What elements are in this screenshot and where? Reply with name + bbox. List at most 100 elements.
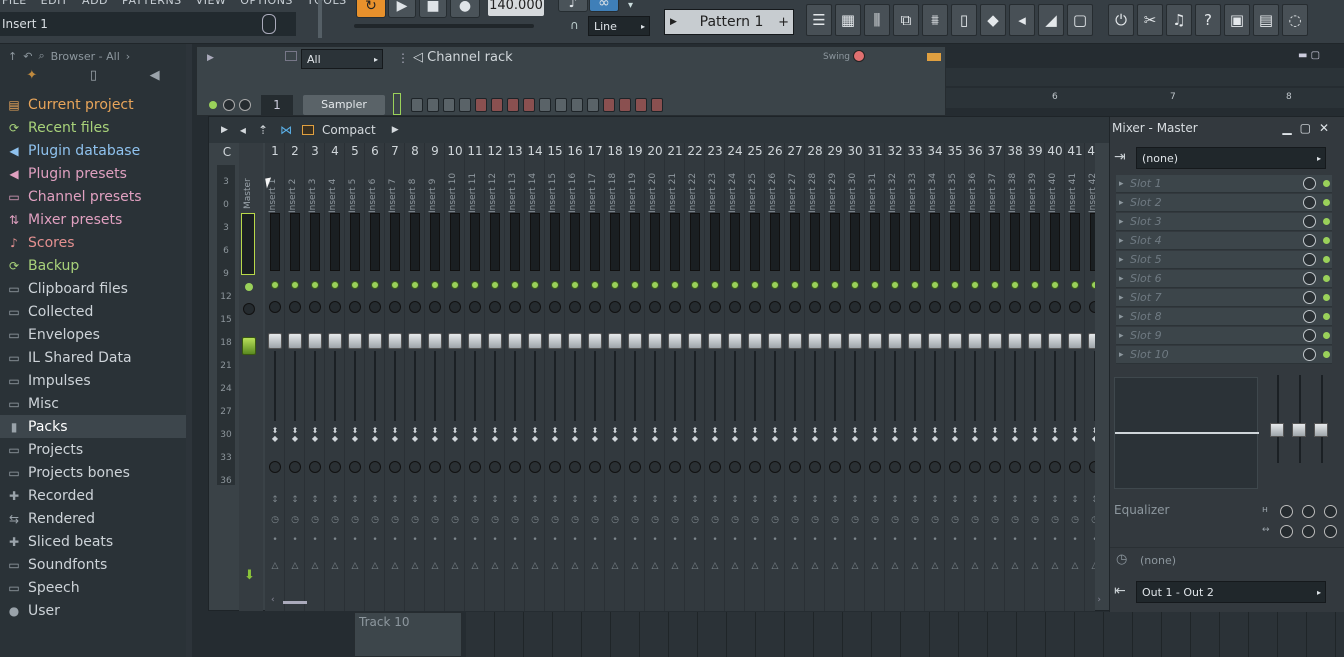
insert-label[interactable]: Insert 42: [1088, 165, 1095, 213]
browser-item[interactable]: ▭ IL Shared Data: [0, 346, 186, 369]
insert-label[interactable]: Insert 13: [508, 165, 522, 213]
insert-mute-led[interactable]: [351, 281, 359, 289]
insert-mute-led[interactable]: [851, 281, 859, 289]
insert-mute-led[interactable]: [1011, 281, 1019, 289]
insert-delay-icon[interactable]: ◷: [850, 515, 860, 525]
insert-arm-icon[interactable]: •: [610, 535, 620, 545]
insert-route-icon[interactable]: △: [310, 561, 320, 571]
insert-route-icon[interactable]: △: [950, 561, 960, 571]
slot-expand-arrow-icon[interactable]: ▸: [1119, 179, 1124, 189]
mixer-insert-14[interactable]: 14 Insert 14 ⬍ ◆ ↕ ◷ • △: [525, 143, 545, 611]
browser-item[interactable]: ▭ Collected: [0, 300, 186, 323]
step-button[interactable]: [603, 98, 615, 112]
step-button[interactable]: [507, 98, 519, 112]
insert-arm-icon[interactable]: •: [290, 535, 300, 545]
insert-label[interactable]: Insert 21: [668, 165, 682, 213]
insert-volume-fader[interactable]: [388, 333, 402, 349]
insert-delay-icon[interactable]: ◷: [490, 515, 500, 525]
mixer-insert-31[interactable]: 31 Insert 31 ⬍ ◆ ↕ ◷ • △: [865, 143, 885, 611]
insert-arm-icon[interactable]: •: [770, 535, 780, 545]
insert-delay-icon[interactable]: ◷: [750, 515, 760, 525]
insert-delay-icon[interactable]: ◷: [990, 515, 1000, 525]
insert-stereo-knob[interactable]: [969, 461, 981, 473]
master-pan-knob[interactable]: [243, 303, 255, 315]
insert-volume-fader[interactable]: [548, 333, 562, 349]
browser-speaker-tab-icon[interactable]: ◀: [150, 68, 160, 90]
insert-stereo-knob[interactable]: [849, 461, 861, 473]
insert-stereo-knob[interactable]: [509, 461, 521, 473]
swing-knob[interactable]: [853, 50, 865, 62]
insert-mute-led[interactable]: [891, 281, 899, 289]
insert-volume-fader[interactable]: [808, 333, 822, 349]
insert-polarity-icon[interactable]: ↕: [910, 495, 920, 505]
insert-stereo-knob[interactable]: [289, 461, 301, 473]
insert-mute-led[interactable]: [711, 281, 719, 289]
sidechain-row[interactable]: ◷ (none): [1110, 547, 1344, 573]
mixer-insert-37[interactable]: 37 Insert 37 ⬍ ◆ ↕ ◷ • △: [985, 143, 1005, 611]
mixer-insert-34[interactable]: 34 Insert 34 ⬍ ◆ ↕ ◷ • △: [925, 143, 945, 611]
insert-volume-fader[interactable]: [828, 333, 842, 349]
insert-label[interactable]: Insert 39: [1028, 165, 1042, 213]
insert-route-arrows[interactable]: ⬍ ◆: [470, 427, 480, 443]
insert-label[interactable]: Insert 12: [488, 165, 502, 213]
insert-route-arrows[interactable]: ⬍ ◆: [350, 427, 360, 443]
insert-route-arrows[interactable]: ⬍ ◆: [390, 427, 400, 443]
insert-stereo-knob[interactable]: [589, 461, 601, 473]
insert-polarity-icon[interactable]: ↕: [510, 495, 520, 505]
insert-mute-led[interactable]: [1031, 281, 1039, 289]
eq-freq-knob[interactable]: [1280, 505, 1293, 518]
insert-polarity-icon[interactable]: ↕: [630, 495, 640, 505]
insert-label[interactable]: Insert 24: [728, 165, 742, 213]
insert-polarity-icon[interactable]: ↕: [750, 495, 760, 505]
slot-mix-knob[interactable]: [1303, 234, 1316, 247]
browser-item[interactable]: ⟳ Backup: [0, 254, 186, 277]
insert-volume-fader[interactable]: [368, 333, 382, 349]
insert-arm-icon[interactable]: •: [1050, 535, 1060, 545]
slot-expand-arrow-icon[interactable]: ▸: [1119, 236, 1124, 246]
insert-label[interactable]: Insert 16: [568, 165, 582, 213]
insert-delay-icon[interactable]: ◷: [770, 515, 780, 525]
insert-polarity-icon[interactable]: ↕: [310, 495, 320, 505]
insert-polarity-icon[interactable]: ↕: [870, 495, 880, 505]
mixer-insert-40[interactable]: 40 Insert 40 ⬍ ◆ ↕ ◷ • △: [1045, 143, 1065, 611]
insert-volume-fader[interactable]: [568, 333, 582, 349]
insert-arm-icon[interactable]: •: [650, 535, 660, 545]
mixer-insert-3[interactable]: 3 Insert 3 ⬍ ◆ ↕ ◷ • △: [305, 143, 325, 611]
insert-mute-led[interactable]: [291, 281, 299, 289]
insert-arm-icon[interactable]: •: [1070, 535, 1080, 545]
insert-polarity-icon[interactable]: ↕: [710, 495, 720, 505]
slot-enable-led[interactable]: [1323, 180, 1330, 187]
insert-arm-icon[interactable]: •: [690, 535, 700, 545]
insert-volume-fader[interactable]: [748, 333, 762, 349]
insert-delay-icon[interactable]: ◷: [730, 515, 740, 525]
insert-route-icon[interactable]: △: [1070, 561, 1080, 571]
mixer-insert-16[interactable]: 16 Insert 16 ⬍ ◆ ↕ ◷ • △: [565, 143, 585, 611]
insert-delay-icon[interactable]: ◷: [590, 515, 600, 525]
insert-delay-icon[interactable]: ◷: [830, 515, 840, 525]
insert-route-icon[interactable]: △: [1030, 561, 1040, 571]
insert-route-arrows[interactable]: ⬍ ◆: [590, 427, 600, 443]
insert-polarity-icon[interactable]: ↕: [370, 495, 380, 505]
insert-pan-knob[interactable]: [949, 301, 961, 313]
slot-mix-knob[interactable]: [1303, 310, 1316, 323]
insert-route-icon[interactable]: △: [690, 561, 700, 571]
insert-pan-knob[interactable]: [429, 301, 441, 313]
mixer-insert-38[interactable]: 38 Insert 38 ⬍ ◆ ↕ ◷ • △: [1005, 143, 1025, 611]
insert-delay-icon[interactable]: ◷: [910, 515, 920, 525]
insert-volume-fader[interactable]: [768, 333, 782, 349]
insert-polarity-icon[interactable]: ↕: [550, 495, 560, 505]
insert-label[interactable]: Insert 35: [948, 165, 962, 213]
insert-mute-led[interactable]: [491, 281, 499, 289]
insert-polarity-icon[interactable]: ↕: [450, 495, 460, 505]
effect-slot[interactable]: ▸ Slot 4: [1116, 232, 1332, 250]
insert-label[interactable]: Insert 38: [1008, 165, 1022, 213]
insert-arm-icon[interactable]: •: [470, 535, 480, 545]
insert-label[interactable]: Insert 11: [468, 165, 482, 213]
insert-mute-led[interactable]: [551, 281, 559, 289]
insert-volume-fader[interactable]: [968, 333, 982, 349]
insert-volume-fader[interactable]: [588, 333, 602, 349]
insert-mute-led[interactable]: [1091, 281, 1095, 289]
insert-delay-icon[interactable]: ◷: [450, 515, 460, 525]
insert-label[interactable]: Insert 27: [788, 165, 802, 213]
insert-arm-icon[interactable]: •: [990, 535, 1000, 545]
